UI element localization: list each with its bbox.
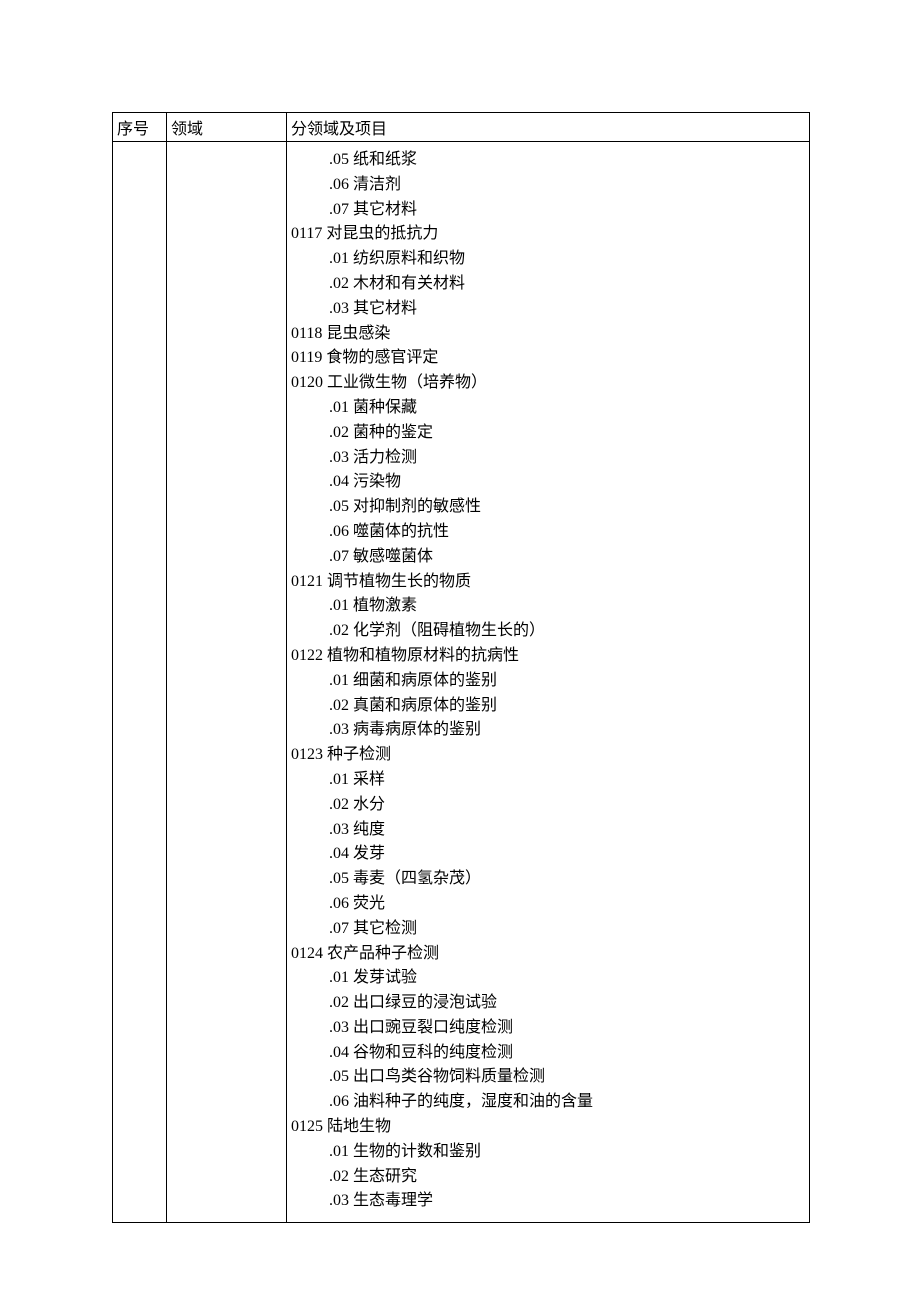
subitem-line: .05 纸和纸浆 [291, 148, 805, 173]
cell-content: .05 纸和纸浆.06 清洁剂.07 其它材料0117 对昆虫的抵抗力.01 纺… [287, 142, 810, 1223]
subitem-line: .02 化学剂（阻碍植物生长的） [291, 619, 805, 644]
subitem-line: .01 纺织原料和织物 [291, 247, 805, 272]
table-body-row: .05 纸和纸浆.06 清洁剂.07 其它材料0117 对昆虫的抵抗力.01 纺… [113, 142, 810, 1223]
subitem-line: .02 真菌和病原体的鉴别 [291, 694, 805, 719]
subitem-line: .04 谷物和豆科的纯度检测 [291, 1041, 805, 1066]
category-line: 0117 对昆虫的抵抗力 [291, 222, 805, 247]
subitem-line: .02 木材和有关材料 [291, 272, 805, 297]
subitem-line: .05 出口鸟类谷物饲料质量检测 [291, 1065, 805, 1090]
category-line: 0124 农产品种子检测 [291, 942, 805, 967]
category-line: 0123 种子检测 [291, 743, 805, 768]
subitem-line: .03 出口豌豆裂口纯度检测 [291, 1016, 805, 1041]
cell-seq [113, 142, 167, 1223]
header-domain: 领域 [167, 113, 287, 142]
subitem-line: .01 细菌和病原体的鉴别 [291, 669, 805, 694]
cell-domain [167, 142, 287, 1223]
header-seq: 序号 [113, 113, 167, 142]
subitem-line: .01 发芽试验 [291, 966, 805, 991]
subitem-line: .04 污染物 [291, 470, 805, 495]
subitem-line: .02 菌种的鉴定 [291, 421, 805, 446]
subitem-line: .03 其它材料 [291, 297, 805, 322]
category-line: 0122 植物和植物原材料的抗病性 [291, 644, 805, 669]
category-line: 0119 食物的感官评定 [291, 346, 805, 371]
subitem-line: .04 发芽 [291, 842, 805, 867]
subitem-line: .06 噬菌体的抗性 [291, 520, 805, 545]
classification-table: 序号 领域 分领域及项目 .05 纸和纸浆.06 清洁剂.07 其它材料0117… [112, 112, 810, 1223]
subitem-line: .06 清洁剂 [291, 173, 805, 198]
subitem-line: .03 纯度 [291, 818, 805, 843]
category-line: 0125 陆地生物 [291, 1115, 805, 1140]
table-header-row: 序号 领域 分领域及项目 [113, 113, 810, 142]
document-page: 序号 领域 分领域及项目 .05 纸和纸浆.06 清洁剂.07 其它材料0117… [0, 0, 920, 1302]
category-line: 0118 昆虫感染 [291, 322, 805, 347]
subitem-line: .01 植物激素 [291, 594, 805, 619]
content-list: .05 纸和纸浆.06 清洁剂.07 其它材料0117 对昆虫的抵抗力.01 纺… [291, 144, 805, 1220]
subitem-line: .03 活力检测 [291, 446, 805, 471]
subitem-line: .05 毒麦（四氢杂茂） [291, 867, 805, 892]
subitem-line: .06 荧光 [291, 892, 805, 917]
category-line: 0121 调节植物生长的物质 [291, 570, 805, 595]
subitem-line: .01 菌种保藏 [291, 396, 805, 421]
subitem-line: .06 油料种子的纯度，湿度和油的含量 [291, 1090, 805, 1115]
subitem-line: .02 出口绿豆的浸泡试验 [291, 991, 805, 1016]
subitem-line: .05 对抑制剂的敏感性 [291, 495, 805, 520]
subitem-line: .07 敏感噬菌体 [291, 545, 805, 570]
subitem-line: .02 生态研究 [291, 1165, 805, 1190]
subitem-line: .03 病毒病原体的鉴别 [291, 718, 805, 743]
subitem-line: .01 生物的计数和鉴别 [291, 1140, 805, 1165]
subitem-line: .02 水分 [291, 793, 805, 818]
category-line: 0120 工业微生物（培养物） [291, 371, 805, 396]
subitem-line: .07 其它检测 [291, 917, 805, 942]
subitem-line: .07 其它材料 [291, 198, 805, 223]
subitem-line: .03 生态毒理学 [291, 1189, 805, 1214]
subitem-line: .01 采样 [291, 768, 805, 793]
header-content: 分领域及项目 [287, 113, 810, 142]
